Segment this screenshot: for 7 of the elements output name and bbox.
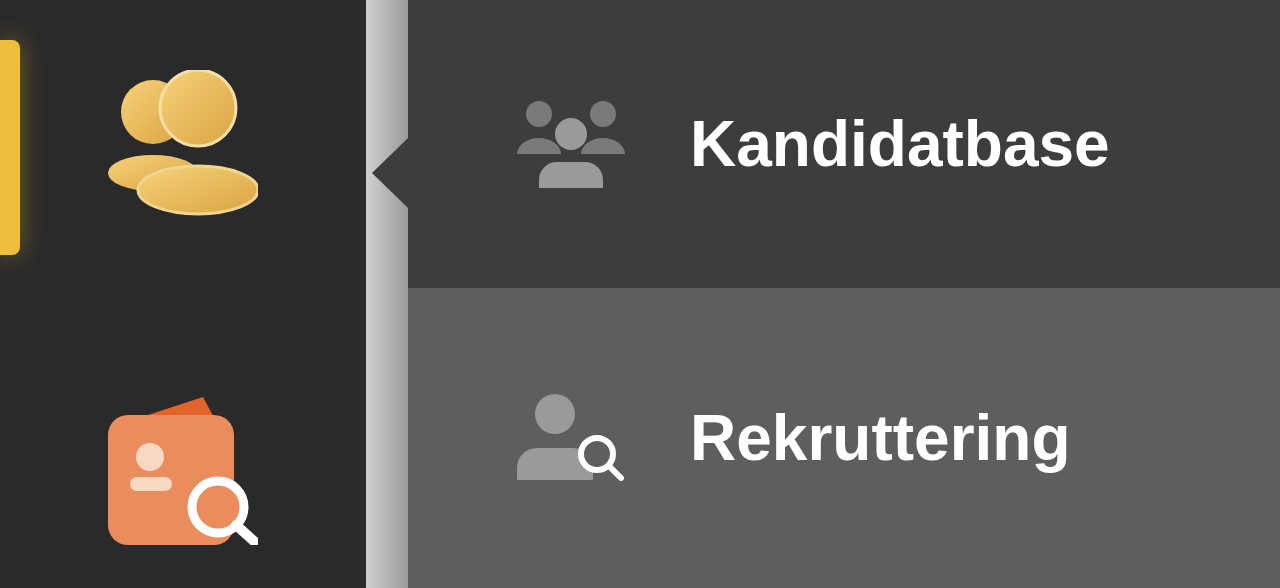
user-search-icon	[517, 394, 625, 482]
menu-item[interactable]: Rekruttering	[408, 288, 1280, 588]
splitter[interactable]	[366, 0, 408, 588]
users-icon	[517, 100, 625, 188]
menu-item[interactable]: Kandidatbase	[408, 0, 1280, 288]
profile-search-icon	[108, 395, 258, 545]
coins-icon	[108, 70, 258, 216]
